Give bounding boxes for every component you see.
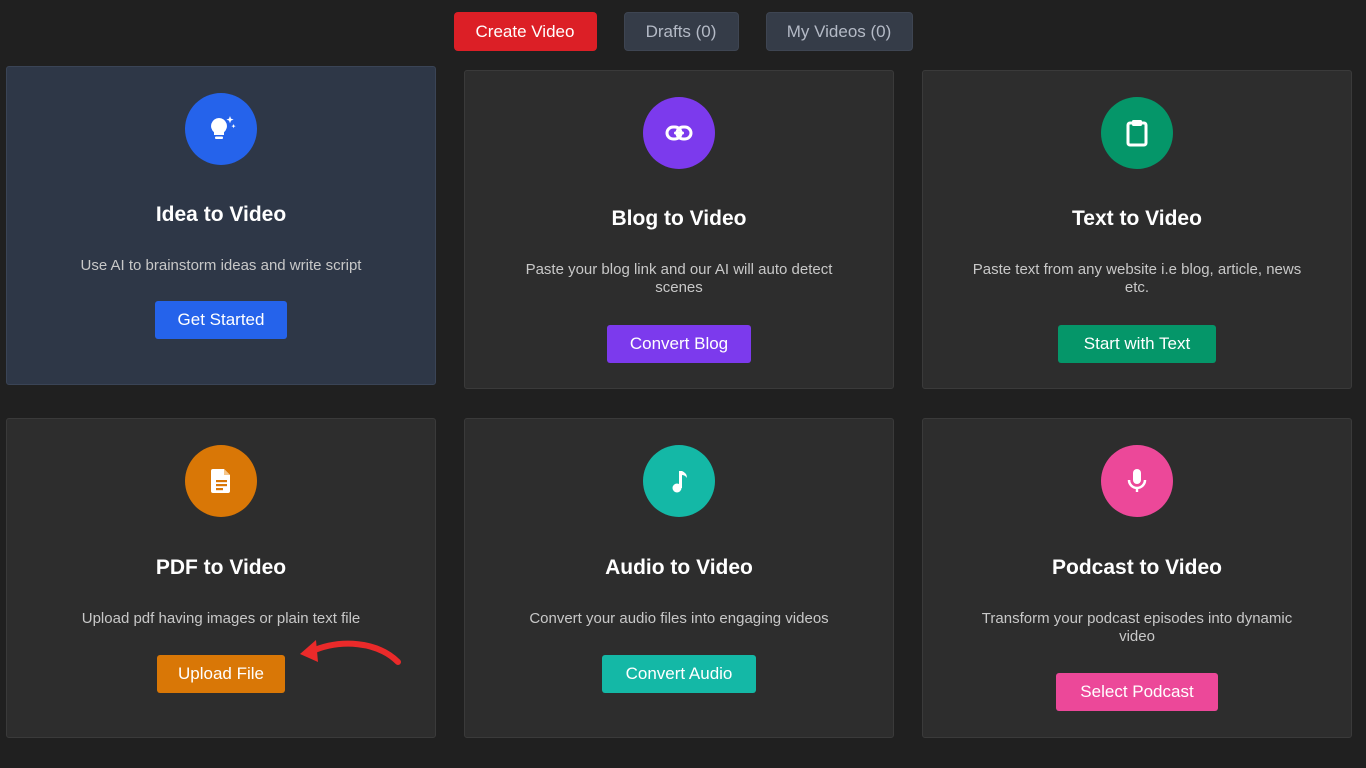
convert-audio-button[interactable]: Convert Audio (602, 655, 756, 693)
card-title: Idea to Video (155, 203, 287, 226)
card-description: Transform your podcast episodes into dyn… (981, 610, 1293, 645)
document-icon (185, 445, 257, 517)
lightbulb-sparkle-icon (185, 93, 257, 165)
card-text-to-video[interactable]: Text to Video Paste text from any websit… (922, 70, 1352, 389)
card-title: Podcast to Video (1052, 556, 1222, 579)
card-blog-to-video[interactable]: Blog to Video Paste your blog link and o… (464, 70, 894, 389)
card-title: Audio to Video (605, 556, 753, 579)
card-description: Paste text from any website i.e blog, ar… (972, 261, 1302, 296)
card-title: Blog to Video (611, 207, 747, 230)
card-description: Paste your blog link and our AI will aut… (525, 261, 833, 296)
card-podcast-to-video[interactable]: Podcast to Video Transform your podcast … (922, 418, 1352, 738)
get-started-button[interactable]: Get Started (155, 301, 287, 339)
select-podcast-button[interactable]: Select Podcast (1056, 673, 1218, 711)
tab-my-videos[interactable]: My Videos (0) (765, 12, 913, 51)
link-icon (643, 97, 715, 169)
card-description: Upload pdf having images or plain text f… (81, 610, 361, 627)
start-with-text-button[interactable]: Start with Text (1058, 325, 1216, 363)
card-description: Use AI to brainstorm ideas and write scr… (80, 257, 362, 274)
card-title: Text to Video (1072, 207, 1202, 230)
annotation-arrow-icon (300, 640, 401, 665)
upload-file-button[interactable]: Upload File (157, 655, 285, 693)
card-title: PDF to Video (155, 556, 287, 579)
card-audio-to-video[interactable]: Audio to Video Convert your audio files … (464, 418, 894, 738)
music-note-icon (643, 445, 715, 517)
clipboard-icon (1101, 97, 1173, 169)
card-description: Convert your audio files into engaging v… (529, 610, 829, 627)
tab-create-video[interactable]: Create Video (453, 12, 597, 51)
card-pdf-to-video[interactable]: PDF to Video Upload pdf having images or… (6, 418, 436, 738)
top-tab-bar: Create Video Drafts (0) My Videos (0) (0, 12, 1366, 51)
tab-drafts[interactable]: Drafts (0) (623, 12, 739, 51)
microphone-icon (1101, 445, 1173, 517)
convert-blog-button[interactable]: Convert Blog (607, 325, 751, 363)
card-idea-to-video[interactable]: Idea to Video Use AI to brainstorm ideas… (6, 66, 436, 385)
